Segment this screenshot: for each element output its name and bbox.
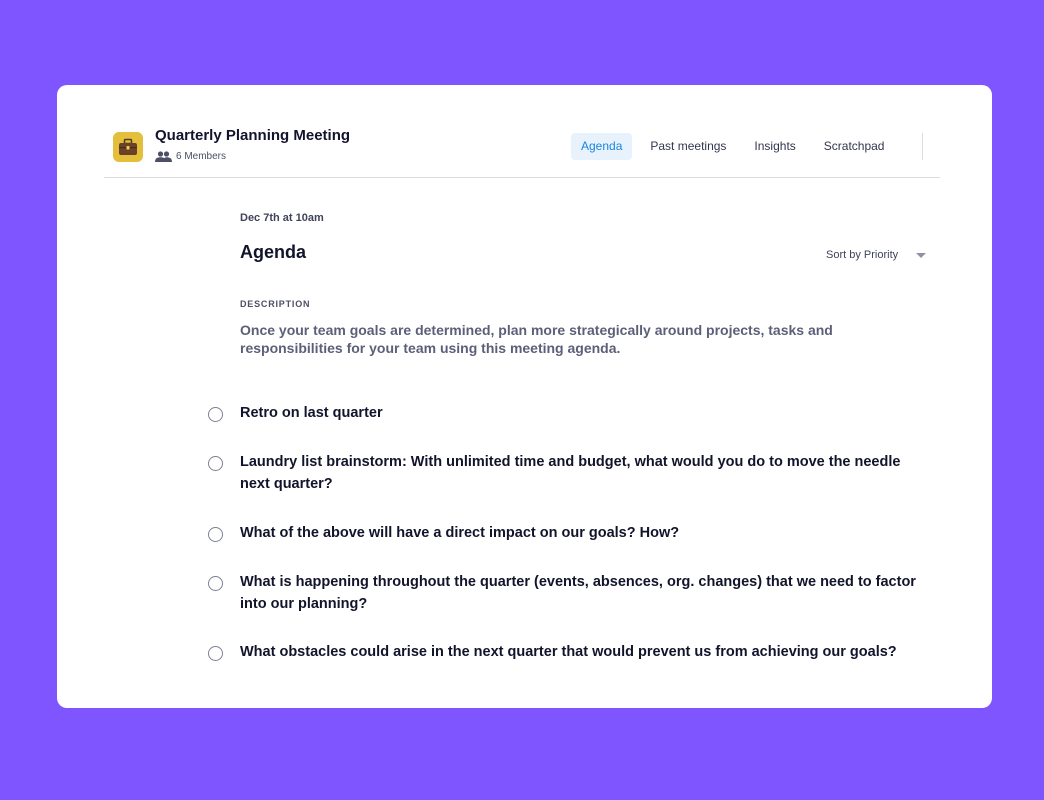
members-label: 6 Members — [176, 151, 227, 162]
agenda-item-checkbox[interactable] — [208, 456, 223, 471]
meeting-header: Quarterly Planning Meeting 6 Members Age… — [104, 85, 940, 178]
meeting-tabs: Agenda Past meetings Insights Scratchpad — [571, 133, 902, 160]
agenda-title: Agenda — [240, 242, 307, 262]
people-icon — [155, 151, 172, 162]
description-text: Once your team goals are determined, pla… — [240, 322, 833, 356]
agenda-item-text: Retro on last quarter — [240, 405, 383, 421]
tab-agenda[interactable]: Agenda — [571, 133, 633, 160]
agenda-item-checkbox[interactable] — [208, 576, 223, 591]
agenda-item-checkbox[interactable] — [208, 646, 223, 661]
agenda-item-checkbox[interactable] — [208, 527, 223, 542]
agenda-item: Retro on last quarter — [208, 405, 930, 424]
agenda-item-text: Laundry list brainstorm: With unlimited … — [240, 454, 901, 492]
meeting-card: Quarterly Planning Meeting 6 Members Age… — [57, 85, 992, 708]
agenda-item-text: What obstacles could arise in the next q… — [240, 644, 897, 660]
agenda-item: What is happening throughout the quarter… — [208, 574, 930, 615]
tab-scratchpad[interactable]: Scratchpad — [814, 133, 895, 160]
agenda-item: Laundry list brainstorm: With unlimited … — [208, 454, 930, 495]
agenda-item: What of the above will have a direct imp… — [208, 525, 930, 544]
meeting-date: Dec 7th at 10am — [240, 212, 324, 224]
sort-label: Sort by Priority — [826, 249, 899, 261]
tabs-divider — [922, 133, 923, 160]
sort-dropdown[interactable]: Sort by Priority — [826, 249, 927, 261]
meeting-title: Quarterly Planning Meeting — [155, 127, 351, 144]
tab-insights[interactable]: Insights — [744, 133, 805, 160]
chevron-down-icon — [916, 252, 927, 258]
members-count[interactable]: 6 Members — [155, 151, 226, 162]
agenda-item-text: What is happening throughout the quarter… — [240, 574, 916, 612]
briefcase-icon[interactable] — [113, 132, 143, 162]
tab-past-meetings[interactable]: Past meetings — [640, 133, 736, 160]
agenda-item-checkbox[interactable] — [208, 407, 223, 422]
description-label: DESCRIPTION — [240, 299, 311, 309]
agenda-item-text: What of the above will have a direct imp… — [240, 525, 680, 541]
agenda-item: What obstacles could arise in the next q… — [208, 644, 930, 663]
